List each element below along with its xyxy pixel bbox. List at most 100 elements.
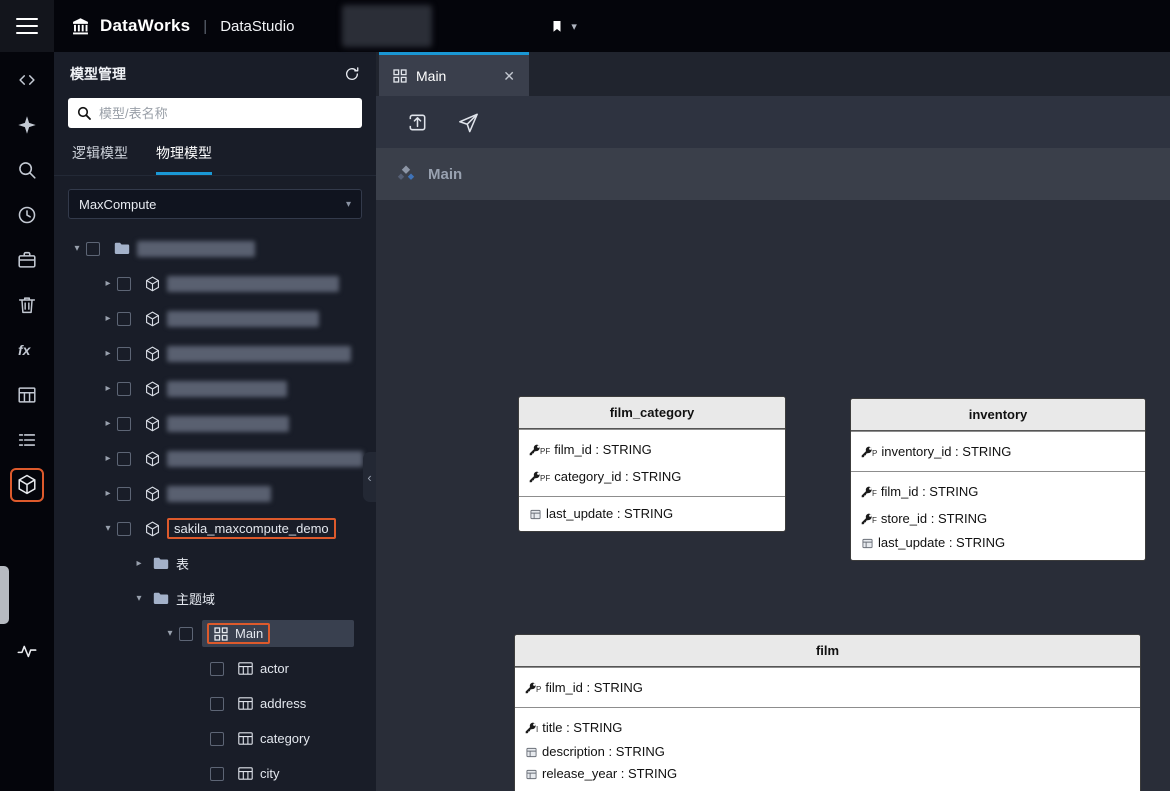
checkbox[interactable] [117,416,131,431]
chevron-down-icon[interactable]: ▾ [161,628,179,639]
chevron-right-icon[interactable]: ▸ [99,488,117,499]
rail-item-trash[interactable] [0,282,54,327]
edge-drag-handle[interactable] [0,566,9,624]
engine-select[interactable]: MaxCompute ▾ [68,189,362,219]
chevron-right-icon[interactable]: ▸ [99,383,117,394]
breadcrumb: Main [376,148,1170,200]
er-field-store_id[interactable]: Fstore_id : STRING [851,505,1145,532]
tree-item-model-5[interactable]: ▸ [54,406,376,441]
chevron-right-icon[interactable]: ▸ [99,313,117,324]
checkbox[interactable] [179,626,193,641]
rail-item-briefcase[interactable] [0,237,54,282]
tab-logical-model[interactable]: 逻辑模型 [72,143,128,175]
checkbox[interactable] [86,241,100,256]
rail-item-clock[interactable] [0,192,54,237]
chevron-down-icon[interactable]: ▾ [99,523,117,534]
tree-item-sakila-model[interactable]: ▾ sakila_maxcompute_demo [54,511,376,546]
chevron-right-icon[interactable]: ▸ [99,278,117,289]
tree-item-label: address [260,696,307,711]
chevron-down-icon[interactable]: ▾ [68,243,86,254]
tree-item-model-4[interactable]: ▸ [54,371,376,406]
tab-main[interactable]: Main ✕ [379,52,529,96]
publish-button[interactable] [406,111,429,134]
checkbox[interactable] [210,661,224,676]
tree-item-model-3[interactable]: ▸ [54,336,376,371]
er-field-last_update[interactable]: last_update : STRING [851,532,1145,554]
cube-icon [145,276,160,292]
tree-item-body [140,343,356,365]
rail-item-star[interactable] [0,102,54,147]
tree-item-category-table[interactable]: category [54,721,376,756]
top-header: DataWorks | DataStudio ▾ [0,0,1170,52]
er-field-description[interactable]: description : STRING [515,741,1140,763]
tree-item-model-6[interactable]: ▸ [54,441,376,476]
er-field-label: release_year : STRING [542,766,678,781]
tree-item-body [140,378,292,400]
send-button[interactable] [457,111,480,134]
er-table-film[interactable]: film Pfilm_id : STRING Ititle : STRING desc… [514,634,1141,791]
tree-item-body: category [233,728,315,749]
list-icon [10,423,44,457]
checkbox[interactable] [117,521,131,536]
chevron-right-icon[interactable]: ▸ [99,453,117,464]
er-table-film_category[interactable]: film_category PF film_id : STRING PF categor… [518,396,786,532]
tree-item-model-1[interactable]: ▸ [54,266,376,301]
er-field-label: title : STRING [542,719,623,735]
tree-item-main-subject[interactable]: ▾ Main [54,616,376,651]
checkbox[interactable] [117,346,131,361]
checkbox[interactable] [117,276,131,291]
er-field-title[interactable]: Ititle : STRING [515,714,1140,741]
refresh-icon[interactable] [344,66,360,82]
checkbox[interactable] [210,731,224,746]
rail-item-search[interactable] [0,147,54,192]
er-field-film_id[interactable]: Pfilm_id : STRING [515,674,1140,701]
tree-item-city-table[interactable]: city [54,756,376,791]
tree-item-body: city [233,763,285,784]
hamburger-menu-button[interactable] [0,0,54,52]
checkbox[interactable] [117,311,131,326]
checkbox[interactable] [210,696,224,711]
table-icon [10,378,44,412]
chevron-right-icon[interactable]: ▸ [99,348,117,359]
tree-item-actor-table[interactable]: actor [54,651,376,686]
workspace-selector-redacted[interactable] [342,5,433,47]
er-field-release_year[interactable]: release_year : STRING [515,763,1140,785]
grid-icon [214,626,228,641]
tree-item-model-7[interactable]: ▸ [54,476,376,511]
er-field-film_id[interactable]: Ffilm_id : STRING [851,478,1145,505]
er-table-inventory[interactable]: inventory Pinventory_id : STRING Ffilm_id … [850,398,1146,561]
rail-item-list[interactable] [0,417,54,462]
er-field-last_update[interactable]: last_update : STRING [519,503,785,525]
er-field-inventory_id[interactable]: Pinventory_id : STRING [851,438,1145,465]
tree-item-workspace-root[interactable]: ▾ [54,231,376,266]
checkbox[interactable] [117,381,131,396]
er-canvas[interactable]: film_category PF film_id : STRING PF categor… [376,200,1170,791]
chevron-right-icon[interactable]: ▸ [99,418,117,429]
checkbox[interactable] [117,486,131,501]
tree-item-body [140,448,368,470]
collapse-sidebar-handle[interactable]: ‹ [363,452,376,502]
column-icon [860,538,874,549]
close-icon[interactable]: ✕ [503,69,515,83]
checkbox[interactable] [210,766,224,781]
bookmark-menu[interactable]: ▾ [550,18,577,35]
er-field-film_id[interactable]: PF film_id : STRING [519,436,785,463]
tree-item-address-table[interactable]: address [54,686,376,721]
tree-item-body: 主题域 [148,586,220,611]
tree-item-model-2[interactable]: ▸ [54,301,376,336]
highlight-box: sakila_maxcompute_demo [167,518,336,539]
rail-item-table[interactable] [0,372,54,417]
rail-item-cube[interactable] [0,462,54,507]
chevron-right-icon[interactable]: ▸ [130,558,148,569]
rail-item-fx[interactable]: fx [0,327,54,372]
rail-item-code[interactable] [0,57,54,102]
chevron-down-icon[interactable]: ▾ [130,593,148,604]
er-field-category_id[interactable]: PF category_id : STRING [519,463,785,490]
rail-item-pulse[interactable] [0,628,54,673]
tree-item-subject-area-folder[interactable]: ▾ 主题域 [54,581,376,616]
tab-physical-model[interactable]: 物理模型 [156,143,212,175]
search-input[interactable] [68,98,362,128]
tree-item-tables-folder[interactable]: ▸ 表 [54,546,376,581]
tree-item-body [140,483,276,505]
checkbox[interactable] [117,451,131,466]
